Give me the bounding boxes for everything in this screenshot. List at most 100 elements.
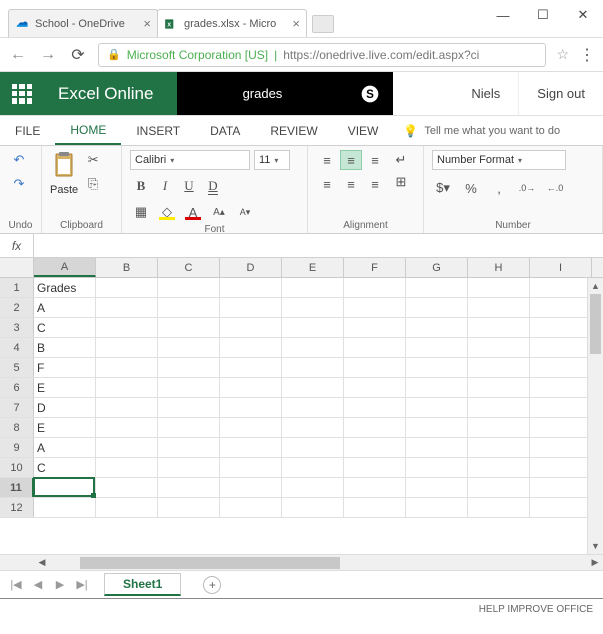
percent-button[interactable]: % <box>460 178 482 198</box>
sheet-nav-prev[interactable]: ◀ <box>28 578 48 591</box>
row-header-5[interactable]: 5 <box>0 358 34 377</box>
row-header-11[interactable]: 11 <box>0 478 34 497</box>
chrome-menu-icon[interactable]: ⋮ <box>579 45 595 65</box>
tab-data[interactable]: DATA <box>195 116 255 145</box>
cell-G2[interactable] <box>406 298 468 317</box>
cell-F9[interactable] <box>344 438 406 457</box>
close-icon[interactable]: × <box>143 16 151 31</box>
cell-B2[interactable] <box>96 298 158 317</box>
align-top-button[interactable]: ≡ <box>316 150 338 170</box>
cell-E5[interactable] <box>282 358 344 377</box>
help-improve-link[interactable]: HELP IMPROVE OFFICE <box>479 604 593 615</box>
minimize-button[interactable]: — <box>483 0 523 30</box>
cell-D9[interactable] <box>220 438 282 457</box>
cell-E2[interactable] <box>282 298 344 317</box>
cell-A2[interactable]: A <box>34 298 96 317</box>
cell-H8[interactable] <box>468 418 530 437</box>
shrink-font-button[interactable]: A▾ <box>234 202 256 222</box>
vertical-scrollbar[interactable]: ▲ ▼ <box>587 278 603 554</box>
doc-name[interactable]: grades <box>177 72 347 115</box>
col-header-A[interactable]: A <box>34 258 96 277</box>
cell-C10[interactable] <box>158 458 220 477</box>
align-left-button[interactable]: ≡ <box>316 174 338 194</box>
cell-F7[interactable] <box>344 398 406 417</box>
tab-home[interactable]: HOME <box>55 116 121 145</box>
row-header-10[interactable]: 10 <box>0 458 34 477</box>
cell-D6[interactable] <box>220 378 282 397</box>
row-header-12[interactable]: 12 <box>0 498 34 517</box>
cell-I6[interactable] <box>530 378 592 397</box>
cell-F10[interactable] <box>344 458 406 477</box>
cell-I7[interactable] <box>530 398 592 417</box>
cell-A12[interactable] <box>34 498 96 517</box>
spreadsheet-grid[interactable]: ABCDEFGHI 1Grades2A3C4B5F6E7D8E9A10C1112… <box>0 258 603 554</box>
increase-decimal-button[interactable]: .0→ <box>516 178 538 198</box>
cell-E4[interactable] <box>282 338 344 357</box>
row-header-1[interactable]: 1 <box>0 278 34 297</box>
underline-button[interactable]: U <box>178 176 200 196</box>
cell-C4[interactable] <box>158 338 220 357</box>
undo-button[interactable]: ↶ <box>8 150 30 170</box>
cell-D11[interactable] <box>220 478 282 497</box>
scroll-down-icon[interactable]: ▼ <box>588 538 603 554</box>
cell-C11[interactable] <box>158 478 220 497</box>
cell-F11[interactable] <box>344 478 406 497</box>
cell-H4[interactable] <box>468 338 530 357</box>
row-header-3[interactable]: 3 <box>0 318 34 337</box>
cell-D2[interactable] <box>220 298 282 317</box>
tab-file[interactable]: FILE <box>0 116 55 145</box>
cell-D7[interactable] <box>220 398 282 417</box>
close-window-button[interactable]: ✕ <box>563 0 603 30</box>
new-tab-button[interactable] <box>312 15 334 33</box>
cell-I8[interactable] <box>530 418 592 437</box>
skype-button[interactable]: S <box>347 72 393 115</box>
cell-A4[interactable]: B <box>34 338 96 357</box>
cut-button[interactable]: ✂ <box>82 150 104 170</box>
browser-tab-onedrive[interactable]: School - OneDrive × <box>8 9 158 37</box>
cell-H11[interactable] <box>468 478 530 497</box>
scroll-thumb[interactable] <box>590 294 601 354</box>
user-name[interactable]: Niels <box>453 72 518 115</box>
col-header-B[interactable]: B <box>96 258 158 277</box>
cell-H2[interactable] <box>468 298 530 317</box>
select-all-corner[interactable] <box>0 258 34 277</box>
cell-F2[interactable] <box>344 298 406 317</box>
col-header-F[interactable]: F <box>344 258 406 277</box>
cell-H10[interactable] <box>468 458 530 477</box>
cell-D1[interactable] <box>220 278 282 297</box>
cell-E11[interactable] <box>282 478 344 497</box>
col-header-D[interactable]: D <box>220 258 282 277</box>
reload-button[interactable]: ⟳ <box>68 45 88 65</box>
cell-A3[interactable]: C <box>34 318 96 337</box>
col-header-G[interactable]: G <box>406 258 468 277</box>
col-header-C[interactable]: C <box>158 258 220 277</box>
cell-G4[interactable] <box>406 338 468 357</box>
cell-C1[interactable] <box>158 278 220 297</box>
scroll-thumb[interactable] <box>80 557 340 569</box>
cell-F4[interactable] <box>344 338 406 357</box>
align-middle-button[interactable]: ≡ <box>340 150 362 170</box>
cell-B11[interactable] <box>96 478 158 497</box>
cell-G3[interactable] <box>406 318 468 337</box>
decrease-decimal-button[interactable]: ←.0 <box>544 178 566 198</box>
cell-G1[interactable] <box>406 278 468 297</box>
cell-A8[interactable]: E <box>34 418 96 437</box>
cell-G5[interactable] <box>406 358 468 377</box>
cell-E8[interactable] <box>282 418 344 437</box>
cell-G11[interactable] <box>406 478 468 497</box>
cell-I3[interactable] <box>530 318 592 337</box>
signout-link[interactable]: Sign out <box>518 72 603 115</box>
merge-button[interactable]: ⊞ <box>390 172 412 192</box>
cell-E9[interactable] <box>282 438 344 457</box>
scroll-left-icon[interactable]: ◀ <box>34 557 50 568</box>
cell-H7[interactable] <box>468 398 530 417</box>
cell-D3[interactable] <box>220 318 282 337</box>
cell-I2[interactable] <box>530 298 592 317</box>
col-header-I[interactable]: I <box>530 258 592 277</box>
cell-B3[interactable] <box>96 318 158 337</box>
app-launcher[interactable] <box>0 72 44 115</box>
cell-A11[interactable] <box>34 478 96 497</box>
cell-G7[interactable] <box>406 398 468 417</box>
back-button[interactable]: ← <box>8 45 28 65</box>
cell-A9[interactable]: A <box>34 438 96 457</box>
